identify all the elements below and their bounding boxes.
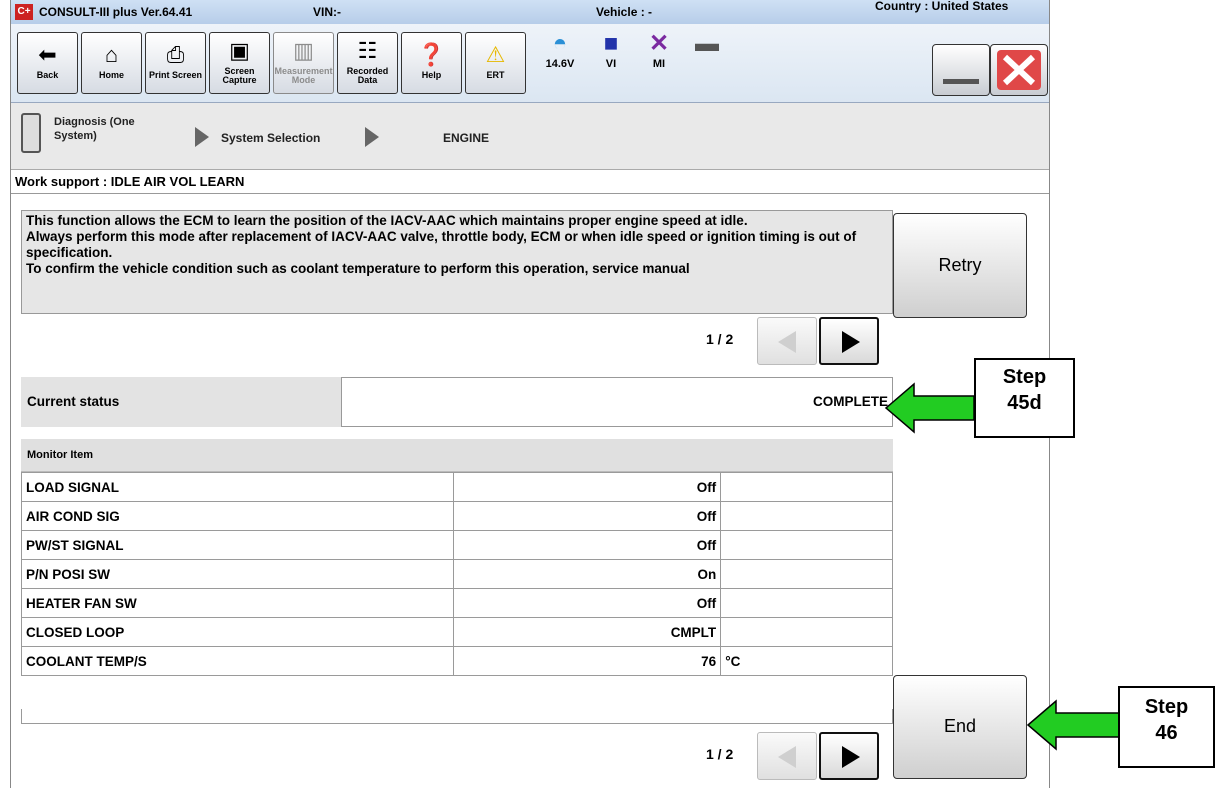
- breadcrumb-diagnosis[interactable]: Diagnosis (One System): [54, 115, 164, 143]
- minimize-button[interactable]: [932, 44, 990, 96]
- prev-page-button[interactable]: [757, 732, 817, 780]
- next-page-button[interactable]: [819, 732, 879, 780]
- app-title: CONSULT-III plus Ver.64.41: [39, 5, 193, 19]
- monitor-item-name: PW/ST SIGNAL: [21, 530, 454, 560]
- right-arrow-icon: [842, 331, 860, 353]
- toolbar: ⬅ Back ⌂ Home ⎙ Print Screen ▣ Screen Ca…: [11, 24, 1049, 103]
- print-screen-button[interactable]: ⎙ Print Screen: [145, 32, 206, 94]
- monitor-item-value: Off: [452, 472, 722, 502]
- measurement-icon: ▥: [293, 38, 314, 63]
- home-button[interactable]: ⌂ Home: [81, 32, 142, 94]
- device-icon: [21, 113, 41, 153]
- ert-button[interactable]: ⚠ ERT: [465, 32, 526, 94]
- monitor-item-unit: [720, 530, 893, 560]
- help-button[interactable]: ❓ Help: [401, 32, 462, 94]
- table-row: COOLANT TEMP/S 76 °C: [21, 646, 893, 676]
- description-line: Always perform this mode after replaceme…: [26, 229, 857, 260]
- recorded-data-icon: ☷: [357, 38, 378, 63]
- monitor-item-name: COOLANT TEMP/S: [21, 646, 454, 676]
- end-button[interactable]: End: [893, 675, 1027, 779]
- title-bar: C+ CONSULT-III plus Ver.64.41 VIN:- Vehi…: [11, 0, 1049, 25]
- work-support-title: Work support : IDLE AIR VOL LEARN: [11, 170, 1049, 194]
- breadcrumb-system-selection[interactable]: System Selection: [221, 131, 320, 145]
- table-row: AIR COND SIG Off: [21, 501, 893, 531]
- step-callout-45d: Step 45d: [974, 358, 1075, 438]
- help-icon: ❓: [417, 42, 446, 67]
- table-row: CLOSED LOOP CMPLT: [21, 617, 893, 647]
- monitor-item-unit: [720, 617, 893, 647]
- close-icon: [997, 50, 1041, 90]
- monitor-item-name: LOAD SIGNAL: [21, 472, 454, 502]
- monitor-item-value: Off: [452, 501, 722, 531]
- device-icon: ▬: [695, 30, 719, 57]
- back-button[interactable]: ⬅ Back: [17, 32, 78, 94]
- table-row: HEATER FAN SW Off: [21, 588, 893, 618]
- monitor-item-unit: °C: [720, 646, 893, 676]
- country-label: Country : United States: [875, 0, 1009, 13]
- minimize-icon: [943, 79, 979, 84]
- monitor-item-name: HEATER FAN SW: [21, 588, 454, 618]
- left-arrow-icon: [778, 331, 796, 353]
- breadcrumb: Diagnosis (One System) System Selection …: [11, 103, 1049, 170]
- monitor-item-name: P/N POSI SW: [21, 559, 454, 589]
- mi-status: ✕ MI: [639, 30, 679, 70]
- monitor-item-unit: [720, 472, 893, 502]
- monitor-item-value: 76: [452, 646, 722, 676]
- recorded-data-button[interactable]: ☷ Recorded Data: [337, 32, 398, 94]
- close-button[interactable]: [990, 44, 1048, 96]
- monitor-item-value: Off: [452, 588, 722, 618]
- page-indicator: 1 / 2: [706, 746, 734, 762]
- description-line: To confirm the vehicle condition such as…: [26, 261, 690, 276]
- device-status: ▬: [687, 30, 727, 58]
- printer-icon: ⎙: [166, 42, 185, 67]
- table-row: LOAD SIGNAL Off: [21, 472, 893, 502]
- monitor-item-name: CLOSED LOOP: [21, 617, 454, 647]
- screen-capture-button[interactable]: ▣ Screen Capture: [209, 32, 270, 94]
- description-line: This function allows the ECM to learn th…: [26, 213, 748, 228]
- vi-status: ■ VI: [591, 30, 631, 70]
- monitor-item-unit: [720, 559, 893, 589]
- car-icon: ◓: [552, 30, 568, 57]
- step-callout-46: Step 46: [1118, 686, 1215, 768]
- retry-button[interactable]: Retry: [893, 213, 1027, 318]
- left-arrow-icon: [778, 746, 796, 768]
- monitor-item-value: Off: [452, 530, 722, 560]
- right-arrow-icon: [842, 746, 860, 768]
- next-page-button[interactable]: [819, 317, 879, 365]
- table-row: P/N POSI SW On: [21, 559, 893, 589]
- home-icon: ⌂: [104, 42, 119, 67]
- monitor-item-unit: [720, 501, 893, 531]
- vehicle-label: Vehicle : -: [596, 5, 653, 19]
- monitor-item-value: On: [452, 559, 722, 589]
- current-status-label: Current status: [21, 377, 341, 427]
- green-arrow-icon: [1026, 699, 1121, 751]
- measurement-mode-button[interactable]: ▥ Measurement Mode: [273, 32, 334, 94]
- warning-icon: ⚠: [485, 42, 506, 67]
- breadcrumb-arrow-icon: [195, 127, 209, 147]
- mi-disconnected-icon: ✕: [648, 30, 670, 57]
- camera-icon: ▣: [229, 38, 250, 63]
- vi-device-icon: ■: [603, 30, 619, 57]
- monitor-item-value: CMPLT: [452, 617, 722, 647]
- page-indicator: 1 / 2: [706, 331, 734, 347]
- monitor-item-name: AIR COND SIG: [21, 501, 454, 531]
- monitor-item-unit: [720, 588, 893, 618]
- battery-status: ◓ 14.6V: [535, 30, 585, 70]
- current-status-value: COMPLETE: [341, 377, 893, 427]
- breadcrumb-engine: ENGINE: [443, 131, 490, 145]
- app-logo: C+: [15, 4, 33, 20]
- prev-page-button[interactable]: [757, 317, 817, 365]
- breadcrumb-arrow-icon: [365, 127, 379, 147]
- description-box: This function allows the ECM to learn th…: [21, 210, 893, 314]
- table-row: PW/ST SIGNAL Off: [21, 530, 893, 560]
- vin-label: VIN:-: [313, 5, 341, 19]
- monitor-table: LOAD SIGNAL Off AIR COND SIG Off PW/ST S…: [21, 472, 893, 676]
- back-arrow-icon: ⬅: [38, 42, 57, 67]
- monitor-header: Monitor Item: [21, 439, 893, 472]
- green-arrow-icon: [884, 382, 975, 434]
- monitor-blank-row: [21, 709, 893, 724]
